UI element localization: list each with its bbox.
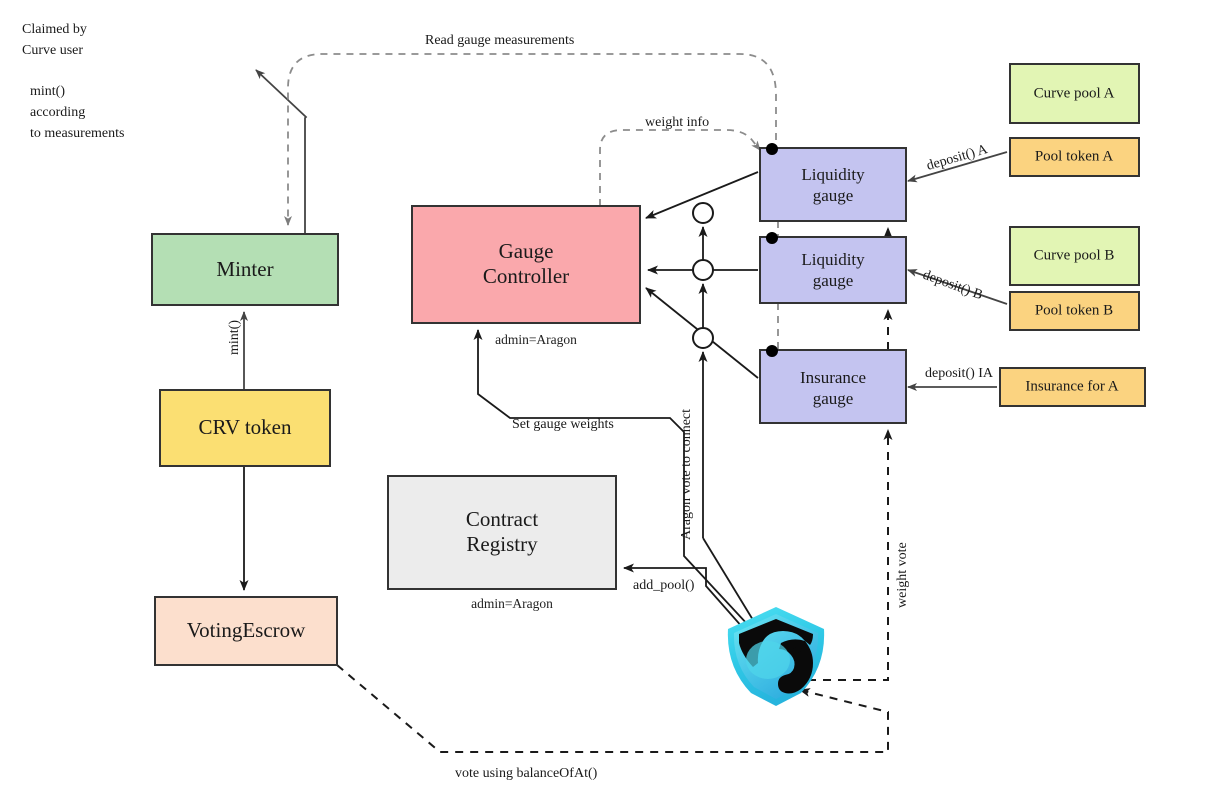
node-voting-escrow-label: VotingEscrow	[187, 618, 306, 642]
node-gauge-controller-line1: Gauge	[499, 239, 554, 263]
node-minter[interactable]: Minter	[151, 233, 339, 306]
contract-registry-admin-label: admin=Aragon	[471, 596, 553, 611]
node-pool-token-a-label: Pool token A	[1035, 148, 1114, 164]
junction-node-a	[692, 202, 714, 224]
node-insurance-gauge-line2: gauge	[813, 389, 854, 408]
edge-weight-info	[599, 129, 761, 206]
junction-node-b	[692, 259, 714, 281]
node-liquidity-gauge-a[interactable]: Liquidity gauge	[759, 143, 907, 222]
node-liquidity-gauge-a-line1: Liquidity	[801, 165, 865, 184]
gauge-controller-admin-label: admin=Aragon	[495, 332, 577, 347]
node-pool-token-b-label: Pool token B	[1035, 302, 1113, 318]
node-crv-token[interactable]: CRV token	[159, 389, 331, 467]
node-pool-token-b[interactable]: Pool token B	[1009, 291, 1140, 331]
aragon-logo-highlight	[746, 641, 790, 679]
label-claimed-by-line1: Claimed by	[22, 22, 87, 37]
node-liquidity-gauge-b-line2: gauge	[813, 271, 854, 290]
node-contract-registry-line2: Registry	[466, 532, 538, 556]
edge-read-gauge-measurements	[284, 53, 777, 226]
node-contract-registry-line1: Contract	[466, 507, 538, 531]
label-deposit-a: deposit() A	[925, 142, 990, 174]
node-curve-pool-a-label: Curve pool A	[1034, 85, 1115, 101]
edge-minter-to-curve-user	[255, 69, 308, 234]
node-crv-token-label: CRV token	[198, 415, 292, 439]
node-curve-pool-b[interactable]: Curve pool B	[1009, 226, 1140, 286]
node-insurance-for-a[interactable]: Insurance for A	[999, 367, 1146, 407]
node-voting-escrow[interactable]: VotingEscrow	[154, 596, 338, 666]
architecture-diagram: Minter CRV token VotingEscrow Gauge Cont…	[22, 22, 1146, 781]
node-contract-registry[interactable]: Contract Registry admin=Aragon	[387, 475, 617, 611]
label-weight-vote: weight vote	[895, 542, 910, 608]
node-liquidity-gauge-b[interactable]: Liquidity gauge	[759, 232, 907, 304]
diagram-canvas: Minter CRV token VotingEscrow Gauge Cont…	[0, 0, 1220, 800]
label-mint-line1: mint()	[30, 84, 65, 99]
node-gauge-controller-line2: Controller	[483, 264, 569, 288]
label-weight-info: weight info	[645, 115, 709, 130]
aragon-logo[interactable]	[727, 607, 825, 706]
label-mint-line3: to measurements	[30, 126, 124, 141]
node-insurance-gauge[interactable]: Insurance gauge	[759, 345, 907, 424]
node-insurance-gauge-line1: Insurance	[800, 368, 866, 387]
label-aragon-vote-to-connect: Aragon vote to connect	[679, 409, 694, 540]
label-add-pool: add_pool()	[633, 578, 695, 593]
label-mint-line2: according	[30, 105, 85, 120]
node-insurance-for-a-label: Insurance for A	[1025, 378, 1118, 394]
label-deposit-ia: deposit() IA	[925, 366, 994, 381]
node-liquidity-gauge-b-line1: Liquidity	[801, 250, 865, 269]
node-liquidity-gauge-a-line2: gauge	[813, 186, 854, 205]
label-set-gauge-weights: Set gauge weights	[512, 417, 614, 432]
node-curve-pool-a[interactable]: Curve pool A	[1009, 63, 1140, 124]
insurance-gauge-anchor-dot	[766, 345, 778, 357]
node-curve-pool-b-label: Curve pool B	[1034, 247, 1115, 263]
gauge-b-anchor-dot	[766, 232, 778, 244]
junction-node-c	[692, 327, 714, 349]
node-minter-label: Minter	[216, 257, 273, 281]
edge-aragon-vote-tail	[702, 537, 754, 621]
label-deposit-b: deposit() B	[921, 268, 985, 304]
gauge-a-anchor-dot	[766, 143, 778, 155]
label-claimed-by-line2: Curve user	[22, 43, 83, 58]
node-gauge-controller[interactable]: Gauge Controller admin=Aragon	[411, 205, 641, 347]
label-mint-vertical: mint()	[227, 320, 242, 355]
node-pool-token-a[interactable]: Pool token A	[1009, 137, 1140, 177]
label-read-gauge-measurements: Read gauge measurements	[425, 33, 574, 48]
label-vote-using-balanceofat: vote using balanceOfAt()	[455, 766, 598, 781]
